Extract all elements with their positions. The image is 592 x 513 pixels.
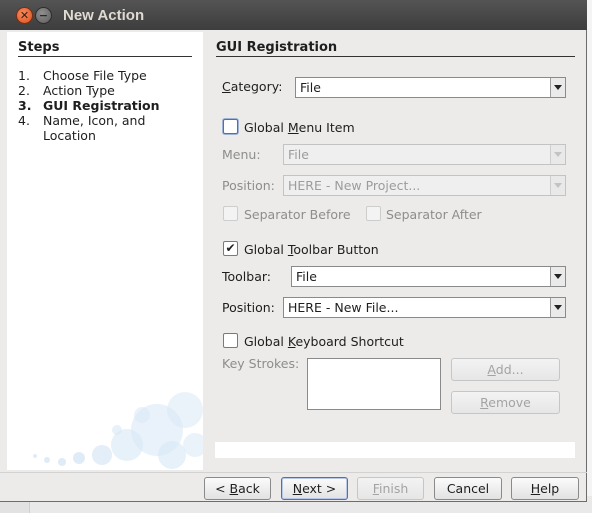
gui-registration-panel: GUI Registration Category: File Global M… [205,32,586,470]
separator-after-label[interactable]: Separator After [386,207,482,222]
close-icon[interactable]: ✕ [16,7,33,24]
add-button[interactable]: Add... [451,358,560,381]
window-title: New Action [63,7,145,24]
chevron-down-icon[interactable] [550,78,565,97]
status-area [215,442,575,458]
category-value: File [300,80,321,95]
menu-position-value: HERE - New Project... [288,178,421,193]
global-keyboard-shortcut-checkbox[interactable] [223,333,238,348]
chevron-down-icon[interactable] [550,176,565,195]
step-number: 3. [18,98,32,113]
step-item: 1. Choose File Type [18,68,183,83]
category-label: Category: [222,79,283,94]
step-number: 4. [18,113,30,128]
finish-button[interactable]: Finish [357,477,424,500]
cancel-button[interactable]: Cancel [434,477,502,500]
step-label: Name, Icon, and Location [43,113,146,143]
separator-before-checkbox[interactable] [223,206,238,221]
steps-title: Steps [18,40,60,55]
menu-position-combo[interactable]: HERE - New Project... [283,175,566,196]
step-item: 4. Name, Icon, and Location [18,113,183,143]
step-label: GUI Registration [43,98,160,113]
next-button[interactable]: Next > [281,477,348,500]
toolbar-combo[interactable]: File [291,266,566,287]
global-menu-item-checkbox[interactable] [223,119,238,134]
global-toolbar-button-label[interactable]: Global Toolbar Button [244,242,379,257]
steps-list: 1. Choose File Type 2. Action Type 3. GUI R… [18,68,183,143]
chevron-down-icon[interactable] [550,267,565,286]
minimize-icon[interactable]: − [35,7,52,24]
step-item: 2. Action Type [18,83,183,98]
decorative-bubbles-icon [33,392,203,469]
toolbar-value: File [296,269,317,284]
panel-title: GUI Registration [216,40,338,55]
panel-divider [216,56,575,57]
global-keyboard-shortcut-label[interactable]: Global Keyboard Shortcut [244,334,404,349]
menu-label: Menu: [222,147,261,162]
global-menu-item-label[interactable]: Global Menu Item [244,120,355,135]
toolbar-position-combo[interactable]: HERE - New File... [283,297,566,318]
step-number: 1. [18,68,30,83]
step-number: 2. [18,83,30,98]
menu-combo[interactable]: File [283,144,566,165]
toolbar-position-label: Position: [222,300,275,315]
category-combo[interactable]: File [295,77,566,98]
new-action-dialog: ✕ − New Action Steps 1. Choose File Type … [0,0,587,502]
menu-value: File [288,147,309,162]
steps-panel: Steps 1. Choose File Type 2. Action Type 3… [7,32,203,470]
global-toolbar-button-checkbox[interactable]: ✔ [223,241,238,256]
step-item-current: 3. GUI Registration [18,98,183,113]
step-label: Action Type [43,83,115,98]
chevron-down-icon[interactable] [550,298,565,317]
step-label: Choose File Type [43,68,147,83]
toolbar-position-value: HERE - New File... [288,300,399,315]
remove-button[interactable]: Remove [451,391,560,414]
toolbar-label: Toolbar: [222,269,272,284]
separator-before-label[interactable]: Separator Before [244,207,351,222]
title-bar[interactable]: ✕ − New Action [0,0,587,30]
checkmark-icon: ✔ [225,241,236,255]
key-strokes-label: Key Strokes: [222,356,300,371]
footer-divider [0,472,587,473]
chevron-down-icon[interactable] [550,145,565,164]
menu-position-label: Position: [222,178,275,193]
help-button[interactable]: Help [511,477,579,500]
back-button[interactable]: < Back [204,477,271,500]
separator-after-checkbox[interactable] [366,206,381,221]
steps-divider [18,56,192,57]
key-strokes-field[interactable] [307,358,441,410]
